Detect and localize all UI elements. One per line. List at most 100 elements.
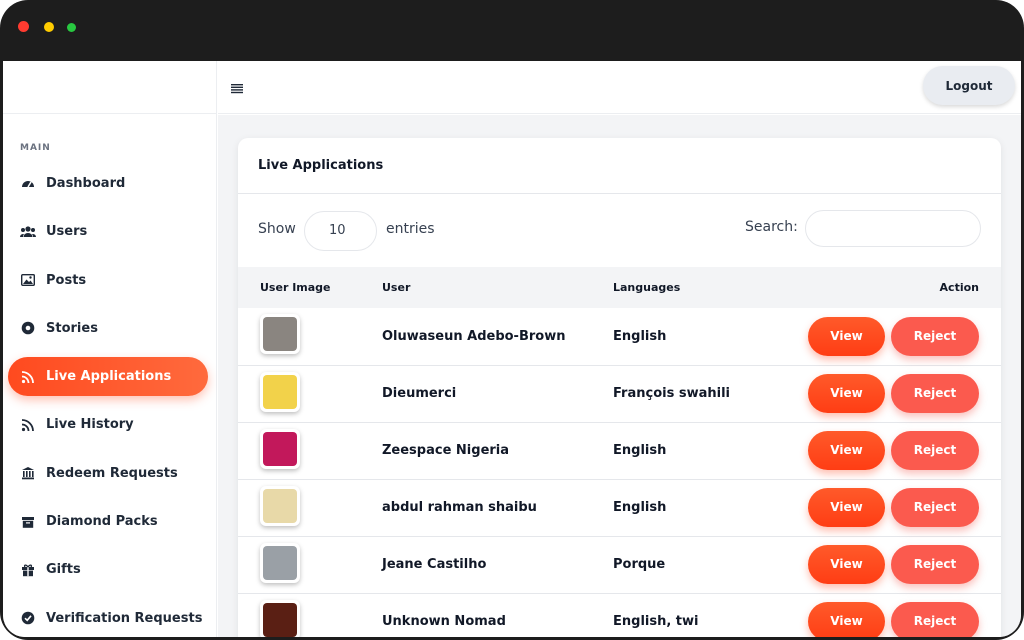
entries-select[interactable]: 10 (304, 211, 377, 251)
live-applications-card: Live Applications Show 10 entries Search… (238, 138, 1001, 637)
search-input[interactable] (805, 210, 981, 247)
hamburger-icon[interactable] (230, 82, 244, 94)
sidebar-item-label: Live Applications (46, 369, 172, 385)
user-name-cell: Unknown Nomad (382, 614, 506, 629)
window-titlebar (0, 0, 1024, 61)
user-thumbnail[interactable] (260, 314, 300, 355)
close-window-dot[interactable] (18, 21, 29, 32)
sidebar-item-label: Verification Requests (46, 610, 203, 626)
action-cell: View Reject (793, 593, 1001, 637)
sidebar-item-posts[interactable]: Posts (8, 261, 208, 300)
view-button[interactable]: View (808, 374, 885, 413)
sidebar-section-title: MAIN (20, 143, 51, 153)
show-label: Show (258, 221, 296, 237)
maximize-window-dot[interactable] (67, 23, 76, 32)
sidebar-item-label: Redeem Requests (46, 465, 178, 481)
entries-label: entries (386, 221, 435, 237)
user-name-cell: Dieumerci (382, 386, 457, 401)
languages-cell: English (613, 328, 667, 344)
gift-icon (20, 562, 36, 578)
box-icon (20, 514, 36, 530)
sidebar-item-label: Diamond Packs (46, 514, 158, 530)
sidebar: MAIN Dashboard Users Posts Stories Live Appl… (3, 61, 217, 637)
table-row: Zeespace Nigeria English View Reject (238, 422, 1001, 479)
thumbnail-image (263, 317, 297, 352)
reject-button[interactable]: Reject (891, 545, 979, 584)
table-row: Dieumerci François swahili View Reject (238, 365, 1001, 422)
applications-table: User Image User Languages Action Oluwase… (238, 267, 1001, 637)
thumbnail-image (263, 602, 297, 637)
reject-button[interactable]: Reject (891, 488, 979, 527)
thumbnail-image (263, 374, 297, 409)
sidebar-item-dashboard[interactable]: Dashboard (8, 164, 208, 203)
languages-cell: English (613, 443, 667, 458)
sidebar-item-label: Stories (46, 320, 98, 336)
reject-button[interactable]: Reject (891, 602, 979, 637)
bank-icon (20, 465, 36, 481)
sidebar-nav: Dashboard Users Posts Stories Live Applicati… (8, 164, 208, 637)
view-button[interactable]: View (808, 545, 885, 584)
user-thumbnail[interactable] (260, 371, 300, 412)
languages-cell: François swahili (613, 386, 730, 401)
sidebar-logo-area (3, 61, 216, 114)
user-image-cell (238, 479, 382, 536)
user-name-cell: Oluwaseun Adebo-Brown (382, 328, 566, 344)
user-name-cell: Jeane Castilho (382, 557, 487, 572)
table-body: Oluwaseun Adebo-Brown English View Reject Di… (238, 308, 1001, 637)
sidebar-item-stories[interactable]: Stories (8, 309, 208, 348)
table-controls: Show 10 entries Search: (238, 194, 1001, 267)
user-thumbnail[interactable] (260, 485, 300, 526)
table-row: Oluwaseun Adebo-Brown English View Reject (238, 308, 1001, 365)
sidebar-item-label: Posts (46, 272, 87, 288)
check-circle-icon (20, 610, 36, 626)
languages-cell: English, twi (613, 614, 699, 629)
view-button[interactable]: View (808, 488, 885, 527)
image-icon (20, 272, 36, 288)
rss-icon (20, 417, 36, 433)
reject-button[interactable]: Reject (891, 316, 979, 356)
sidebar-item-live-history[interactable]: Live History (8, 405, 208, 444)
sidebar-item-label: Dashboard (46, 176, 126, 191)
action-cell: View Reject (793, 308, 1001, 365)
reject-button[interactable]: Reject (891, 431, 979, 470)
minimize-window-dot[interactable] (44, 22, 54, 32)
sidebar-item-label: Live History (46, 417, 134, 433)
card-header: Live Applications (238, 138, 1001, 194)
user-image-cell (238, 308, 382, 365)
device-frame: MAIN Dashboard Users Posts Stories Live Appl… (0, 0, 1024, 640)
gauge-icon (20, 176, 36, 192)
sidebar-item-users[interactable]: Users (8, 212, 208, 251)
sidebar-item-gifts[interactable]: Gifts (8, 550, 208, 589)
sidebar-item-label: Users (46, 224, 88, 240)
logout-button[interactable]: Logout (923, 66, 1015, 105)
sidebar-item-live-applications[interactable]: Live Applications (8, 357, 208, 397)
main-content: Live Applications Show 10 entries Search… (218, 115, 1021, 637)
thumbnail-image (263, 545, 297, 580)
user-thumbnail[interactable] (260, 542, 300, 583)
user-image-cell (238, 593, 382, 637)
sidebar-item-verification-requests[interactable]: Verification Requests (8, 599, 208, 637)
view-button[interactable]: View (808, 316, 885, 356)
user-thumbnail[interactable] (260, 599, 300, 637)
sidebar-item-label: Gifts (46, 562, 81, 578)
table-row: Jeane Castilho Porque View Reject (238, 536, 1001, 593)
search-label: Search: (745, 219, 798, 235)
user-thumbnail[interactable] (260, 428, 300, 469)
thumbnail-image (263, 431, 297, 466)
view-button[interactable]: View (808, 602, 885, 637)
column-header-user[interactable]: User (382, 267, 613, 308)
view-button[interactable]: View (808, 431, 885, 470)
user-image-cell (238, 422, 382, 479)
column-header-languages[interactable]: Languages (613, 267, 793, 308)
sidebar-item-diamond-packs[interactable]: Diamond Packs (8, 502, 208, 541)
column-header-action: Action (939, 281, 979, 294)
action-cell: View Reject (793, 365, 1001, 422)
reject-button[interactable]: Reject (891, 374, 979, 413)
circle-play-icon (20, 320, 36, 336)
languages-cell: Porque (613, 557, 666, 572)
column-header-user-image[interactable]: User Image (238, 267, 382, 308)
table-row: abdul rahman shaibu English View Reject (238, 479, 1001, 536)
action-cell: View Reject (793, 422, 1001, 479)
sidebar-item-redeem-requests[interactable]: Redeem Requests (8, 454, 208, 493)
table-row: Unknown Nomad English, twi View Reject (238, 593, 1001, 637)
